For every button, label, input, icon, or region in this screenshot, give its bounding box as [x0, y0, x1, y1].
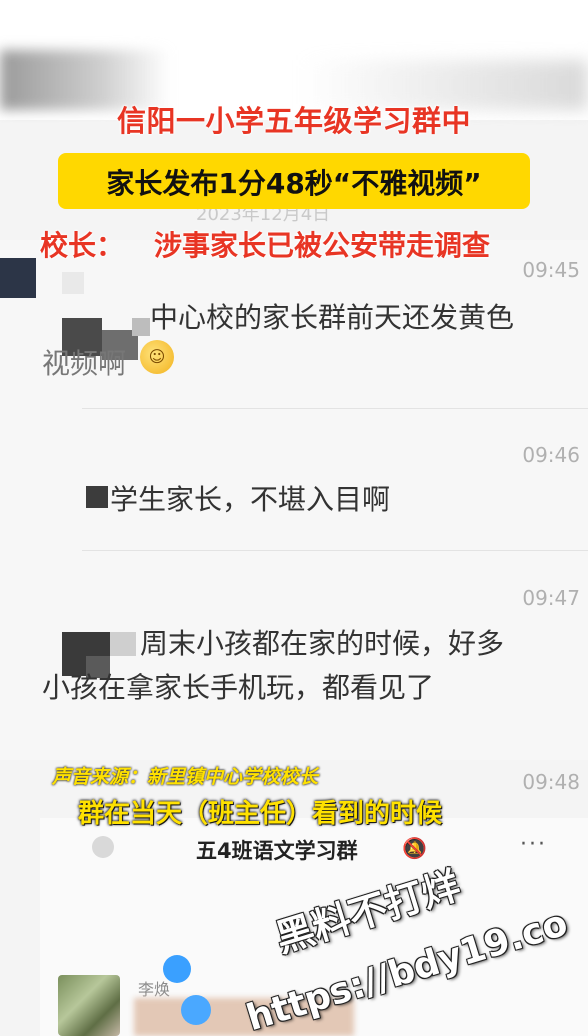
message-text: 学生家长，不堪入目啊	[110, 483, 391, 516]
back-icon[interactable]	[92, 836, 114, 858]
touch-indicator-icon	[163, 955, 191, 983]
message-text: 视频啊	[42, 347, 127, 380]
bell-muted-icon[interactable]: 🔕	[402, 836, 427, 860]
group-title: 五4班语文学习群	[196, 839, 358, 863]
message-text: 小孩在拿家长手机玩，都看见了	[42, 671, 435, 704]
headline-label: 校长：	[40, 229, 125, 262]
video-frame: 2023年12月4日 信阳一小学五年级学习群中 家长发布1分48秒“不雅视频” …	[0, 0, 588, 1036]
avatar[interactable]	[58, 975, 120, 1036]
pixelated-avatar	[62, 272, 84, 294]
message-divider	[82, 408, 588, 409]
more-dots-icon[interactable]: ···	[520, 832, 547, 857]
message-text: 中心校的家长群前天还发黄色	[150, 301, 515, 334]
message-time: 09:47	[522, 586, 580, 610]
touch-indicator-icon	[181, 995, 211, 1025]
message-time: 09:45	[522, 258, 580, 282]
message-time: 09:48	[522, 770, 580, 794]
caption-headline: 校长： 涉事家长已被公安带走调查	[40, 224, 490, 264]
headline-text: 涉事家长已被公安带走调查	[154, 229, 491, 262]
pixelated-avatar	[0, 258, 36, 298]
sender-name: 李焕	[138, 980, 171, 999]
caption-title: 信阳一小学五年级学习群中	[116, 104, 471, 138]
pixelated-name	[132, 318, 150, 336]
caption-subtitle: 家长发布1分48秒“不雅视频”	[106, 167, 482, 200]
message-text: 周末小孩都在家的时候，好多	[140, 627, 505, 660]
message-time: 09:46	[522, 443, 580, 467]
caption-quote: 群在当天（班主任）看到的时候	[78, 799, 443, 829]
caption-source: 声音来源：新里镇中心学校校长	[52, 766, 319, 788]
message-divider	[82, 550, 588, 551]
pixelated-avatar	[86, 486, 108, 508]
grinning-face-icon: ☺	[140, 340, 174, 374]
pixelated-avatar	[110, 632, 136, 656]
